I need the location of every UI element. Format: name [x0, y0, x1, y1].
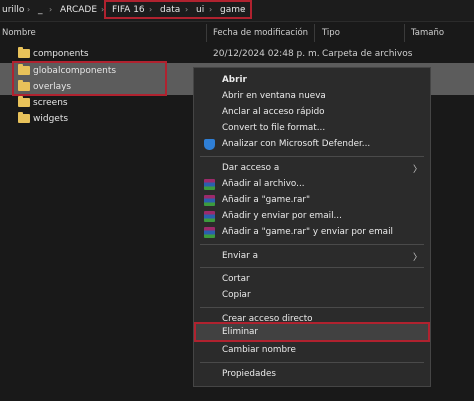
menu-item-label: Dar acceso a	[222, 163, 280, 173]
menu-item-enviar[interactable]: Enviar a 〉	[194, 249, 430, 264]
menu-item-label: Añadir y enviar por email...	[222, 211, 342, 221]
column-divider[interactable]	[314, 24, 315, 42]
menu-item-copiar[interactable]: Copiar	[194, 288, 430, 303]
column-header-fecha[interactable]: Fecha de modificación	[213, 28, 308, 38]
menu-item-label: Enviar a	[222, 251, 258, 261]
menu-item-label: Analizar con Microsoft Defender...	[222, 139, 371, 149]
menu-item-label: Cortar	[222, 274, 250, 284]
winrar-icon	[204, 227, 215, 238]
menu-divider	[200, 267, 424, 268]
menu-item-cambiar-nombre[interactable]: Cambiar nombre	[194, 343, 430, 358]
menu-item-anadir-archivo[interactable]: Añadir al archivo...	[194, 177, 430, 192]
chevron-right-icon: ›	[49, 5, 53, 14]
menu-item-anclar[interactable]: Anclar al acceso rápido	[194, 105, 430, 120]
chevron-right-icon: 〉	[412, 253, 422, 263]
column-header-nombre[interactable]: Nombre	[2, 28, 36, 38]
column-divider[interactable]	[206, 24, 207, 42]
menu-divider	[200, 244, 424, 245]
list-item[interactable]: components 20/12/2024 02:48 p. m. Carpet…	[0, 46, 474, 62]
column-header-tipo[interactable]: Tipo	[322, 28, 340, 38]
menu-item-label: Propiedades	[222, 369, 276, 379]
menu-item-label: Copiar	[222, 290, 251, 300]
folder-icon	[18, 96, 30, 107]
file-date: 20/12/2024 02:48 p. m.	[213, 49, 320, 59]
menu-item-anadir-rar[interactable]: Añadir a "game.rar"	[194, 193, 430, 208]
menu-item-label: Añadir al archivo...	[222, 179, 305, 189]
menu-divider	[200, 362, 424, 363]
folder-icon	[18, 47, 30, 58]
menu-item-anadir-rar-email[interactable]: Añadir a "game.rar" y enviar por email	[194, 225, 430, 240]
file-type: Carpeta de archivos	[322, 49, 413, 59]
file-name: components	[33, 49, 89, 59]
breadcrumb-item-arcade[interactable]: ARCADE	[60, 3, 97, 17]
file-name: widgets	[33, 114, 69, 124]
menu-item-cortar[interactable]: Cortar	[194, 272, 430, 287]
menu-item-convert[interactable]: Convert to file format...	[194, 121, 430, 136]
selection-highlight-box	[12, 61, 167, 96]
menu-item-abrir[interactable]: Abrir	[194, 73, 430, 88]
winrar-icon	[204, 211, 215, 222]
menu-item-label: Anclar al acceso rápido	[222, 107, 325, 117]
file-name: screens	[33, 98, 68, 108]
folder-icon	[18, 112, 30, 123]
menu-item-label: Cambiar nombre	[222, 345, 296, 355]
menu-item-label: Añadir a "game.rar"	[222, 195, 311, 205]
column-divider[interactable]	[404, 24, 405, 42]
chevron-right-icon: 〉	[412, 165, 422, 175]
menu-divider	[200, 307, 424, 308]
breadcrumb-highlight-box	[104, 0, 252, 19]
menu-item-label: Añadir a "game.rar" y enviar por email	[222, 227, 393, 237]
menu-divider	[200, 156, 424, 157]
column-header-row: Nombre Fecha de modificación Tipo Tamaño	[0, 24, 474, 42]
menu-item-abrir-ventana[interactable]: Abrir en ventana nueva	[194, 89, 430, 104]
menu-item-defender[interactable]: Analizar con Microsoft Defender...	[194, 137, 430, 152]
menu-item-propiedades[interactable]: Propiedades	[194, 367, 430, 382]
menu-item-dar-acceso[interactable]: Dar acceso a 〉	[194, 161, 430, 176]
menu-item-label: Convert to file format...	[222, 123, 326, 133]
winrar-icon	[204, 179, 215, 190]
chevron-right-icon: ›	[27, 5, 31, 14]
shield-icon	[204, 139, 215, 150]
breadcrumb-item-urillo[interactable]: urillo	[2, 3, 24, 17]
menu-item-label: Abrir	[222, 75, 247, 85]
eliminar-highlight-box	[194, 322, 430, 342]
menu-item-anadir-email[interactable]: Añadir y enviar por email...	[194, 209, 430, 224]
menu-item-label: Abrir en ventana nueva	[222, 91, 326, 101]
winrar-icon	[204, 195, 215, 206]
column-header-tamano[interactable]: Tamaño	[411, 28, 444, 38]
breadcrumb-item-underscore[interactable]: _	[38, 3, 43, 17]
